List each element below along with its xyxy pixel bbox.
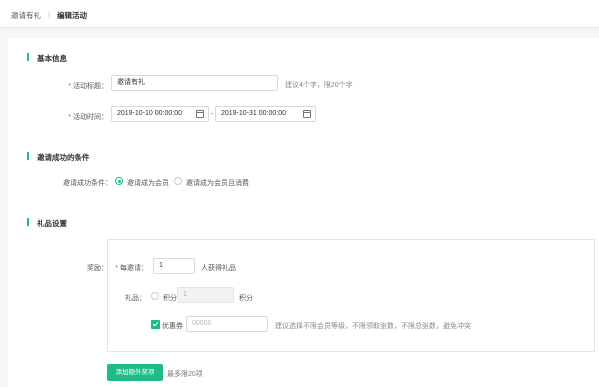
top-bar: 邀请有礼 / 编辑活动 bbox=[0, 0, 599, 28]
required-mark: * bbox=[68, 83, 71, 90]
coupon-checkbox-label[interactable]: 优惠券 bbox=[162, 321, 183, 331]
coupon-input[interactable]: 00000 bbox=[186, 316, 268, 332]
radio-become-member-label[interactable]: 邀请成为会员 bbox=[127, 178, 169, 188]
activity-name-label: * 活动标题： bbox=[68, 83, 108, 90]
coupon-hint: 建议选择不限会员等级，不限领取张数，不限总张数，避免冲突 bbox=[275, 323, 471, 330]
end-time-value: 2019-10-31 00:00:00 bbox=[221, 110, 286, 117]
radio-member-and-purchase[interactable] bbox=[174, 177, 182, 185]
add-extra-reward-button[interactable]: 添加额外奖项 bbox=[107, 364, 163, 381]
points-input[interactable]: 1 bbox=[177, 287, 234, 303]
section-accent-bar bbox=[27, 53, 29, 61]
gift-label: 礼品： bbox=[125, 295, 146, 302]
radio-become-member[interactable] bbox=[115, 177, 123, 185]
section-title-basic: 基本信息 bbox=[37, 54, 67, 63]
add-reward-hint: 最多限20项 bbox=[167, 371, 203, 378]
breadcrumb-parent[interactable]: 邀请有礼 bbox=[11, 10, 41, 21]
activity-name-hint: 建议4个字，限20个字 bbox=[285, 82, 353, 89]
radio-points[interactable] bbox=[151, 292, 159, 300]
breadcrumb-separator: / bbox=[48, 10, 51, 19]
required-mark: * bbox=[115, 265, 118, 272]
points-unit: 积分 bbox=[239, 295, 253, 302]
per-invite-label: * 每邀请： bbox=[115, 265, 148, 272]
condition-label: 邀请成功条件： bbox=[63, 180, 112, 187]
calendar-icon[interactable] bbox=[196, 110, 204, 118]
start-time-input[interactable]: 2019-10-10 00:00:00 bbox=[111, 106, 209, 122]
section-title-condition: 邀请成功的条件 bbox=[37, 153, 90, 162]
radio-member-and-purchase-label[interactable]: 邀请成为会员且消费 bbox=[186, 178, 249, 188]
start-time-value: 2019-10-10 00:00:00 bbox=[117, 110, 182, 117]
calendar-icon[interactable] bbox=[303, 110, 311, 118]
section-accent-bar bbox=[27, 152, 29, 160]
required-mark: * bbox=[68, 114, 71, 121]
section-accent-bar bbox=[27, 218, 29, 226]
time-range-separator: - bbox=[211, 111, 214, 118]
per-invite-input[interactable]: 1 bbox=[153, 258, 195, 274]
per-invite-suffix: 人获得礼品 bbox=[201, 265, 236, 272]
coupon-checkbox[interactable] bbox=[151, 320, 160, 329]
end-time-input[interactable]: 2019-10-31 00:00:00 bbox=[215, 106, 316, 122]
activity-name-input[interactable]: 邀请有礼 bbox=[111, 75, 278, 91]
radio-points-label[interactable]: 积分 bbox=[163, 293, 177, 303]
reward-label: 奖励： bbox=[87, 265, 108, 272]
activity-time-label: * 活动时间： bbox=[68, 114, 108, 121]
section-title-gift: 礼品设置 bbox=[37, 219, 67, 228]
breadcrumb-current: 编辑活动 bbox=[57, 11, 87, 20]
